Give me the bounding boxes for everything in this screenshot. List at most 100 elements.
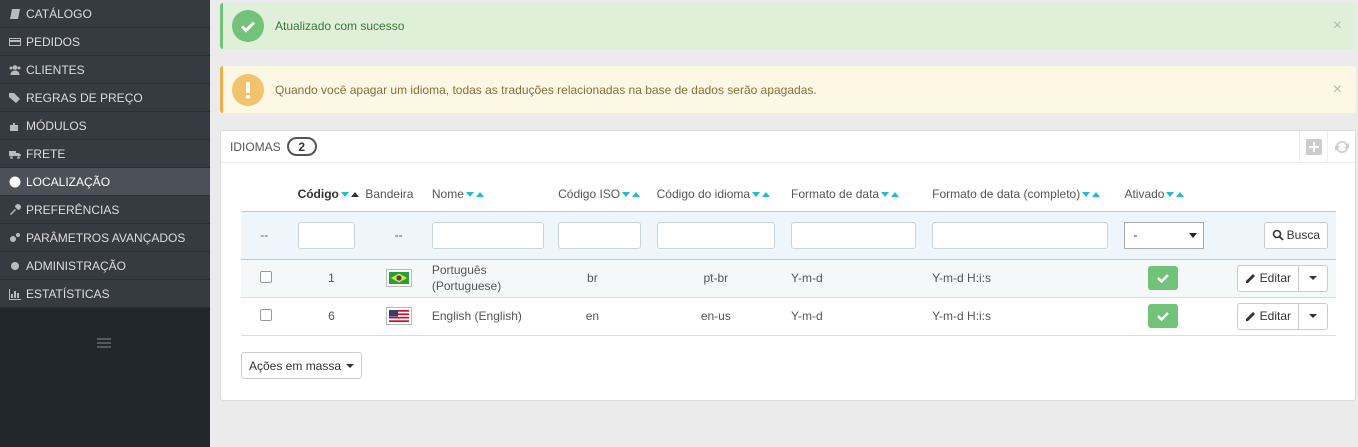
table-row: 1 Português (Portuguese) br pt-br Y-m-d … [241, 259, 1336, 298]
nav-item-label: PEDIDOS [26, 34, 81, 49]
bulk-actions-label: Ações em massa [249, 358, 342, 373]
row-actions-dropdown[interactable] [1299, 302, 1328, 330]
header-iso: Código ISO [558, 186, 621, 201]
header-id: Código [297, 186, 339, 201]
header-lang-code: Código do idioma [656, 186, 751, 201]
edit-button[interactable]: Editar [1236, 302, 1299, 330]
sidebar: CATÁLOGO PEDIDOS CLIENTES REGRAS DE PREÇ… [0, 0, 210, 447]
tags-icon [8, 92, 22, 104]
sort-desc-icon[interactable] [881, 192, 890, 198]
nav-item-label: REGRAS DE PREÇO [26, 90, 143, 105]
cell-iso: en [558, 297, 657, 336]
cell-date-format-full: Y-m-d H:i:s [932, 297, 1125, 336]
bulk-actions-button[interactable]: Ações em massa [241, 352, 363, 379]
active-status-toggle[interactable] [1148, 266, 1179, 290]
filter-date-format-full-input[interactable] [932, 221, 1109, 249]
sort-asc-icon[interactable] [891, 192, 900, 198]
filter-name-input[interactable] [431, 221, 545, 249]
nav-item-parametros-avancados[interactable]: PARÂMETROS AVANÇADOS [0, 224, 210, 252]
exclamation-icon [232, 73, 264, 106]
nav-item-pedidos[interactable]: PEDIDOS [0, 28, 210, 56]
sort-desc-icon[interactable] [465, 192, 474, 198]
caret-down-icon [346, 363, 355, 368]
cell-lang-code: en-us [656, 297, 792, 336]
bar-chart-icon [8, 288, 22, 300]
close-icon[interactable]: × [1333, 17, 1342, 35]
cell-date-format-full: Y-m-d H:i:s [932, 259, 1125, 298]
nav-item-label: LOCALIZAÇÃO [26, 174, 111, 189]
success-alert: Atualizado com sucesso × [220, 3, 1356, 49]
sort-asc-icon[interactable] [350, 192, 359, 198]
row-checkbox[interactable] [260, 308, 272, 321]
languages-panel: IDIOMAS 2 Código Bandeira Nome Código IS… [220, 130, 1356, 401]
nav-item-preferencias[interactable]: PREFERÊNCIAS [0, 196, 210, 224]
cell-iso: br [558, 259, 657, 298]
add-new-icon[interactable] [1299, 131, 1327, 163]
filter-active-select[interactable]: - [1124, 221, 1205, 249]
nav-item-administracao[interactable]: ADMINISTRAÇÃO [0, 252, 210, 280]
sort-desc-icon[interactable] [622, 192, 631, 198]
search-button[interactable]: Busca [1263, 221, 1328, 249]
dropdown-arrow-icon [1189, 232, 1198, 238]
cell-id: 6 [287, 297, 366, 336]
active-status-toggle[interactable] [1148, 304, 1179, 328]
sort-asc-icon[interactable] [762, 192, 771, 198]
nav-item-modulos[interactable]: MÓDULOS [0, 112, 210, 140]
filter-placeholder: -- [365, 210, 432, 260]
sort-asc-icon[interactable] [475, 192, 484, 198]
nav-item-label: MÓDULOS [26, 118, 87, 133]
filter-iso-input[interactable] [558, 221, 641, 249]
languages-table: Código Bandeira Nome Código ISO Código d… [241, 177, 1336, 336]
check-circle-icon [232, 10, 264, 42]
row-checkbox[interactable] [260, 270, 272, 283]
sort-desc-icon[interactable] [752, 192, 761, 198]
nav-item-label: PREFERÊNCIAS [26, 202, 120, 217]
pencil-icon [1245, 312, 1255, 321]
sort-desc-icon[interactable] [340, 192, 349, 198]
nav-item-label: PARÂMETROS AVANÇADOS [26, 230, 186, 245]
wrench-icon [8, 203, 22, 216]
sort-asc-icon[interactable] [632, 192, 641, 198]
sort-desc-icon[interactable] [1166, 192, 1175, 198]
main-content: Atualizado com sucesso × Quando você apa… [210, 0, 1358, 447]
nav-item-clientes[interactable]: CLIENTES [0, 56, 210, 84]
filter-lang-code-input[interactable] [656, 221, 776, 249]
header-active: Ativado [1124, 186, 1165, 201]
check-icon [1157, 274, 1170, 284]
nav-item-catalogo[interactable]: CATÁLOGO [0, 0, 210, 28]
table-row: 6 English (English) en en-us Y-m-d Y-m-d… [241, 297, 1336, 336]
refresh-icon[interactable] [1327, 131, 1355, 163]
search-icon [1272, 229, 1284, 241]
sort-asc-icon[interactable] [1092, 192, 1101, 198]
warning-alert-text: Quando você apagar um idioma, todas as t… [275, 82, 817, 97]
nav-item-label: FRETE [26, 146, 66, 161]
close-icon[interactable]: × [1333, 81, 1342, 99]
row-actions-dropdown[interactable] [1299, 264, 1328, 292]
nav-item-regras-de-preco[interactable]: REGRAS DE PREÇO [0, 84, 210, 112]
nav-item-localizacao[interactable]: LOCALIZAÇÃO [0, 168, 210, 196]
cell-id: 1 [287, 259, 366, 298]
cogs-icon [8, 232, 22, 244]
nav-item-label: ADMINISTRAÇÃO [26, 258, 127, 273]
nav-item-frete[interactable]: FRETE [0, 140, 210, 168]
cell-name: Português (Portuguese) [431, 259, 559, 298]
nav-item-estatisticas[interactable]: ESTATÍSTICAS [0, 280, 210, 308]
cog-icon [8, 260, 22, 272]
usa-flag-icon [385, 307, 412, 325]
cell-date-format: Y-m-d [791, 259, 933, 298]
filter-date-format-input[interactable] [791, 221, 917, 249]
edit-button[interactable]: Editar [1236, 264, 1299, 292]
caret-down-icon [1309, 276, 1317, 280]
brazil-flag-icon [385, 269, 412, 287]
count-badge: 2 [286, 137, 317, 156]
header-flag: Bandeira [365, 186, 414, 201]
header-date-format: Formato de data [791, 186, 880, 201]
book-icon [8, 8, 22, 20]
sort-asc-icon[interactable] [1176, 192, 1185, 198]
credit-card-icon [8, 36, 22, 48]
globe-icon [8, 176, 22, 188]
sidebar-collapse-icon[interactable] [97, 338, 111, 348]
cell-name: English (English) [431, 297, 559, 336]
filter-id-input[interactable] [297, 221, 356, 249]
sort-desc-icon[interactable] [1082, 192, 1091, 198]
